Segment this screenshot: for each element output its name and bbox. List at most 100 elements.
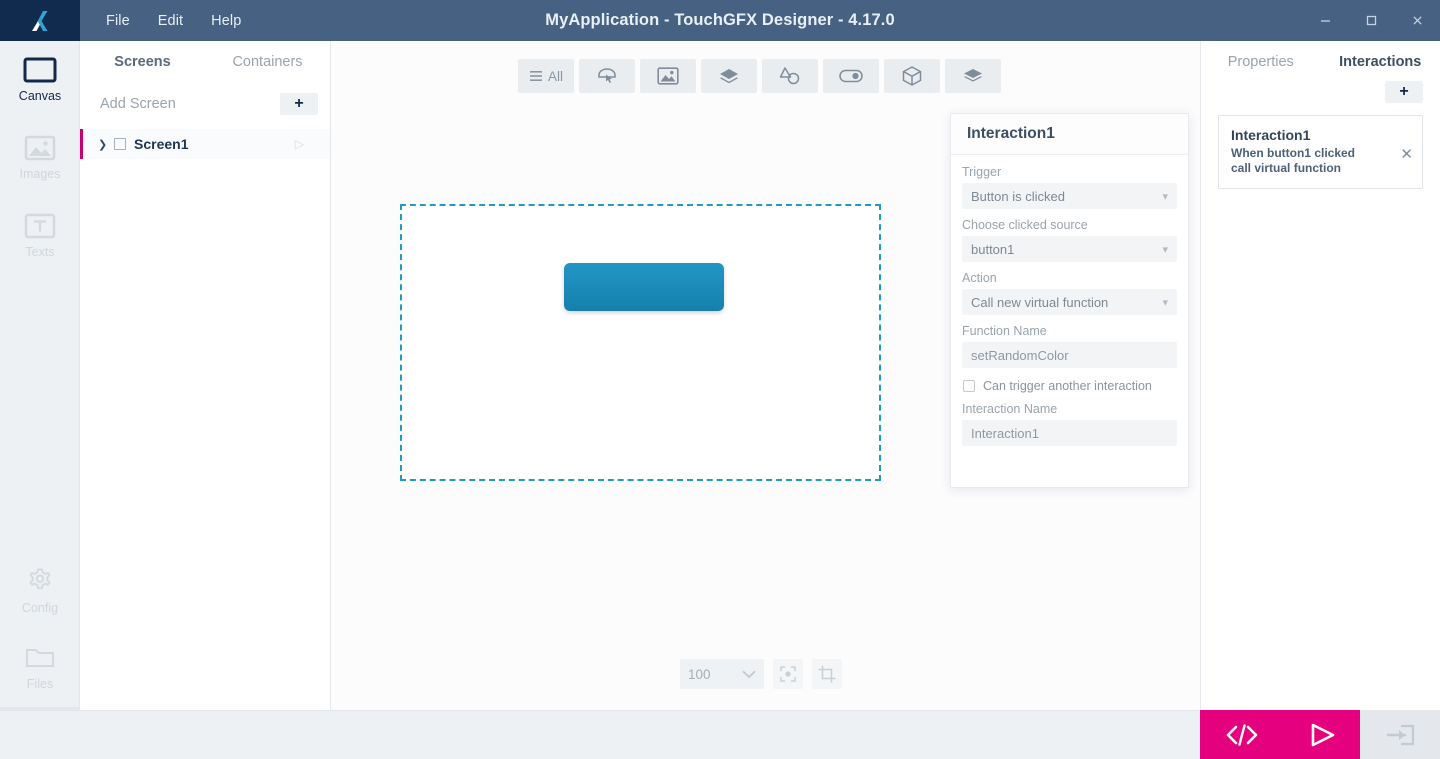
- function-name-label: Function Name: [962, 324, 1177, 338]
- chevron-down-icon: ▾: [1162, 296, 1168, 309]
- interaction-item-line2: call virtual function: [1231, 161, 1410, 176]
- can-trigger-another-label: Can trigger another interaction: [983, 379, 1152, 393]
- canvas-widget-button1[interactable]: [564, 263, 724, 311]
- images-category-button[interactable]: [640, 59, 696, 93]
- button-click-icon: [596, 66, 618, 86]
- play-icon: [1305, 720, 1339, 750]
- folder-icon: [24, 645, 56, 671]
- remove-interaction-icon[interactable]: ✕: [1400, 145, 1413, 163]
- chevron-down-icon: ▾: [1162, 190, 1168, 203]
- close-icon: [1411, 14, 1424, 27]
- rail-item-config-label: Config: [22, 601, 58, 615]
- screen-thumbnail-icon: [114, 138, 126, 150]
- list-icon: [529, 70, 543, 82]
- selection-indicator: [80, 129, 83, 159]
- interaction-editor-title: Interaction1: [967, 125, 1055, 143]
- rail-item-canvas[interactable]: Canvas: [0, 41, 80, 119]
- rail-item-files[interactable]: Files: [0, 629, 80, 707]
- gear-icon: [25, 565, 55, 595]
- controls-category-button[interactable]: [823, 59, 879, 93]
- shapes-category-button[interactable]: [762, 59, 818, 93]
- canvas-icon: [23, 57, 57, 83]
- toggle-icon: [839, 69, 863, 83]
- clicked-source-select[interactable]: button1 ▾: [962, 236, 1177, 262]
- menu-help[interactable]: Help: [197, 7, 255, 35]
- clicked-source-value: button1: [971, 242, 1162, 257]
- crop-button[interactable]: [812, 659, 842, 689]
- title-bar: File Edit Help MyApplication - TouchGFX …: [0, 0, 1440, 41]
- rail-item-images-label: Images: [20, 167, 61, 181]
- clicked-source-label: Choose clicked source: [962, 218, 1177, 232]
- minimize-button[interactable]: [1302, 0, 1348, 41]
- crop-icon: [818, 665, 836, 683]
- stack-icon: [962, 67, 984, 85]
- canvas-area: All: [331, 41, 1200, 710]
- rail-item-texts-label: Texts: [25, 245, 54, 259]
- add-screen-button[interactable]: +: [280, 93, 318, 115]
- menu-file[interactable]: File: [92, 7, 144, 35]
- left-navigation-rail: Canvas Images Texts: [0, 41, 80, 759]
- tab-properties[interactable]: Properties: [1201, 54, 1321, 70]
- 3d-category-button[interactable]: [884, 59, 940, 93]
- maximize-icon: [1365, 14, 1378, 27]
- interaction-name-input[interactable]: Interaction1: [962, 420, 1177, 446]
- interaction-editor-body: Trigger Button is clicked ▾ Choose click…: [951, 155, 1188, 446]
- rail-item-canvas-label: Canvas: [19, 89, 61, 103]
- misc-category-button[interactable]: [945, 59, 1001, 93]
- screens-panel: Screens Containers Add Screen + ❯ Screen…: [80, 41, 331, 710]
- touchgfx-designer-window: File Edit Help MyApplication - TouchGFX …: [0, 0, 1440, 759]
- can-trigger-another-row: Can trigger another interaction: [963, 379, 1177, 393]
- add-interaction-button[interactable]: +: [1385, 81, 1423, 103]
- interaction-item-line1: When button1 clicked: [1231, 146, 1410, 161]
- close-button[interactable]: [1394, 0, 1440, 41]
- zoom-level-select[interactable]: 100: [680, 659, 764, 689]
- action-value: Call new virtual function: [971, 295, 1162, 310]
- window-controls: [1302, 0, 1440, 41]
- can-trigger-another-checkbox[interactable]: [963, 380, 975, 392]
- trigger-value: Button is clicked: [971, 189, 1162, 204]
- add-screen-label: Add Screen: [100, 96, 280, 112]
- chevron-down-icon: ▾: [1162, 243, 1168, 256]
- tab-containers[interactable]: Containers: [205, 54, 330, 70]
- screen-design-frame[interactable]: [400, 204, 881, 481]
- function-name-value: setRandomColor: [971, 348, 1069, 363]
- interaction-name-value: Interaction1: [971, 426, 1039, 441]
- chevron-down-icon: [742, 670, 756, 679]
- rail-item-images[interactable]: Images: [0, 119, 80, 197]
- export-arrow-icon: [1383, 722, 1417, 748]
- run-simulator-button[interactable]: [1305, 720, 1339, 750]
- screen-name-label: Screen1: [134, 136, 295, 152]
- interaction-name-label: Interaction Name: [962, 402, 1177, 416]
- filter-all-label: All: [548, 69, 563, 84]
- export-button[interactable]: [1360, 710, 1440, 759]
- generate-code-button[interactable]: [1222, 721, 1262, 749]
- cube-icon: [901, 65, 923, 87]
- bottom-action-group: [1200, 710, 1360, 759]
- app-logo: [0, 0, 80, 41]
- touchgfx-logo-icon: [25, 6, 55, 36]
- function-name-input[interactable]: setRandomColor: [962, 342, 1177, 368]
- rail-item-texts[interactable]: Texts: [0, 197, 80, 275]
- rail-item-config[interactable]: Config: [0, 551, 80, 629]
- tab-interactions[interactable]: Interactions: [1321, 54, 1440, 70]
- minimize-icon: [1319, 14, 1332, 27]
- rail-bottom-group: Config Files: [0, 551, 80, 707]
- tab-screens[interactable]: Screens: [80, 54, 205, 70]
- buttons-category-button[interactable]: [579, 59, 635, 93]
- action-select[interactable]: Call new virtual function ▾: [962, 289, 1177, 315]
- expand-chevron-icon[interactable]: ❯: [98, 138, 112, 151]
- images-icon: [24, 135, 56, 161]
- maximize-button[interactable]: [1348, 0, 1394, 41]
- containers-category-button[interactable]: [701, 59, 757, 93]
- trigger-select[interactable]: Button is clicked ▾: [962, 183, 1177, 209]
- menu-edit[interactable]: Edit: [144, 7, 197, 35]
- interaction-list-item[interactable]: Interaction1 When button1 clicked call v…: [1218, 115, 1423, 189]
- filter-all-button[interactable]: All: [518, 59, 574, 93]
- fit-to-screen-button[interactable]: [773, 659, 803, 689]
- fit-to-screen-icon: [779, 665, 797, 683]
- screen-list-item-screen1[interactable]: ❯ Screen1 ▷: [80, 129, 330, 159]
- set-start-screen-icon[interactable]: ▷: [295, 137, 304, 151]
- texts-icon: [24, 213, 56, 239]
- zoom-controls: 100: [680, 659, 842, 689]
- rail-item-files-label: Files: [27, 677, 53, 691]
